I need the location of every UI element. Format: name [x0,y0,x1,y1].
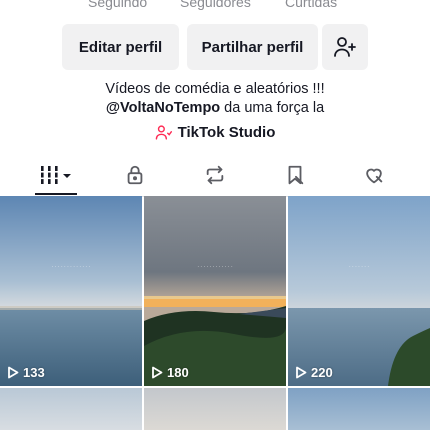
edit-profile-label: Editar perfil [78,38,163,56]
add-friend-button[interactable] [322,24,368,70]
tiktok-studio-label: TikTok Studio [177,124,276,141]
repost-icon [206,165,224,185]
active-tab-indicator [35,193,77,195]
grid-dropdown-icon [39,166,71,184]
edit-profile-button[interactable]: Editar perfil [62,24,179,70]
tab-videos[interactable] [36,161,76,189]
tiktok-studio-link[interactable]: TikTok Studio [0,124,430,141]
video-thumbnail[interactable]: · · · · · · · · · · · · · 133 [0,196,142,386]
video-views: 220 [295,365,333,380]
video-views-count: 220 [311,365,333,380]
share-profile-button[interactable]: Partilhar perfil [187,24,318,70]
video-thumbnail[interactable]: · · · · · · · · · · · · 180 [144,196,286,386]
play-icon [8,366,19,379]
video-views: 180 [151,365,189,380]
lock-icon [127,165,143,185]
play-icon [152,366,163,379]
tab-reposts[interactable] [195,161,235,189]
video-views-count: 180 [167,365,189,380]
video-thumbnail[interactable] [0,388,142,430]
tab-liked[interactable] [354,161,394,189]
video-thumbnail[interactable] [288,388,430,430]
play-icon [296,366,307,379]
video-views-count: 133 [23,365,45,380]
heart-icon [366,168,383,184]
share-profile-label: Partilhar perfil [201,38,304,56]
video-thumbnail-image [288,196,430,386]
video-thumbnail-image [144,196,286,386]
video-thumbnail-image [0,196,142,386]
stats-row: Seguindo Seguidores Curtidas [0,0,430,14]
studio-user-icon [155,125,172,140]
bookmark-icon [288,165,304,185]
bio-line-1: Vídeos de comédia e aleatórios !!! [105,81,325,97]
bio-line-2-text: da uma força la [220,100,325,116]
bio-mention-link[interactable]: @VoltaNoTempo [106,100,220,116]
video-thumbnail[interactable] [144,388,286,430]
likes-label: Curtidas [285,0,338,10]
video-views: 133 [7,365,45,380]
tab-favorites[interactable] [275,161,315,189]
followers-label[interactable]: Seguidores [180,0,251,10]
tab-private[interactable] [115,161,155,189]
following-label[interactable]: Seguindo [88,0,147,10]
add-user-icon [334,37,356,57]
bio-line-2: @VoltaNoTempo da uma força la [0,100,430,116]
profile-tabs [0,155,430,197]
video-thumbnail[interactable]: · · · · · · · 220 [288,196,430,386]
